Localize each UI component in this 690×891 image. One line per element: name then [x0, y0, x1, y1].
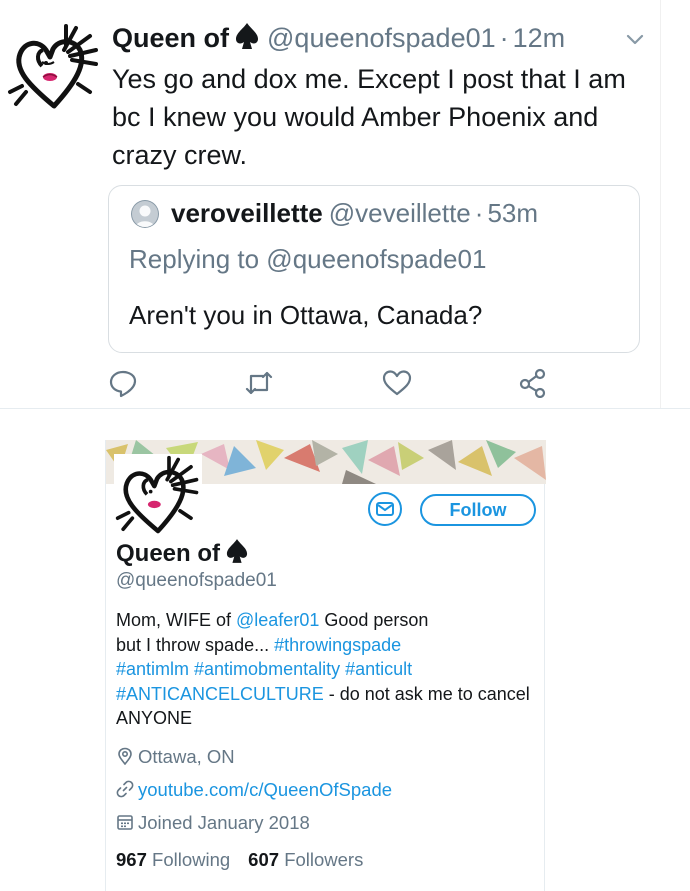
calendar-icon	[116, 813, 134, 831]
bio-line: #ANTICANCELCULTURE - do not ask me to ca…	[116, 682, 541, 707]
profile-name: Queen of	[116, 538, 248, 571]
replying-to: Replying to @queenofspade01	[129, 244, 487, 274]
chevron-down-icon[interactable]	[624, 30, 646, 48]
reply-icon[interactable]	[108, 368, 138, 398]
profile-joined: Joined January 2018	[116, 812, 310, 834]
link-icon	[116, 780, 134, 798]
tweet-header: Queen of @queenofspade01 · 12m	[112, 22, 652, 62]
retweet-icon[interactable]	[244, 368, 274, 398]
envelope-icon	[376, 502, 394, 516]
divider	[0, 408, 690, 409]
profile-card: Follow Queen of @queenofspade01 Mom, WIF…	[105, 440, 546, 891]
following-label: Following	[152, 849, 231, 870]
followers-stat[interactable]: 607 Followers	[248, 849, 363, 870]
queen-of-spades-avatar-image	[8, 24, 98, 109]
default-avatar-icon[interactable]	[131, 200, 159, 228]
profile-bio: Mom, WIFE of @leafer01 Good person but I…	[116, 608, 541, 731]
hashtag-links[interactable]: #antimlm #antimobmentality #anticult	[116, 657, 541, 682]
spade-icon	[235, 22, 259, 57]
tweet-text: Yes go and dox me. Except I post that I …	[112, 64, 626, 170]
tweet-time[interactable]: 12m	[513, 23, 566, 53]
followers-count: 607	[248, 849, 280, 870]
profile-stats: 967 Following 607 Followers	[116, 849, 363, 871]
following-stat[interactable]: 967 Following	[116, 849, 230, 870]
avatar[interactable]	[114, 454, 202, 542]
bio-text: Mom, WIFE of	[116, 610, 237, 630]
bio-line: Mom, WIFE of @leafer01 Good person	[116, 608, 541, 633]
tweet: Queen of @queenofspade01 · 12m Yes go and d…	[0, 0, 690, 410]
bio-text: but I throw spade...	[116, 634, 275, 655]
bio-text: - do not ask me to cancel	[323, 683, 530, 704]
quoted-tweet[interactable]: veroveillette @veveillette · 53m Replying t…	[108, 185, 640, 353]
joined-text: Joined January 2018	[138, 812, 310, 833]
like-icon[interactable]	[382, 368, 412, 398]
profile-handle: @queenofspade01	[116, 570, 277, 591]
queen-of-spades-avatar-image	[115, 455, 199, 534]
author-name[interactable]: Queen of	[112, 23, 229, 53]
bio-text: ANYONE	[116, 708, 193, 728]
location-text: Ottawa, ON	[138, 746, 235, 767]
spade-icon	[226, 538, 248, 571]
bio-line: but I throw spade... #throwingspade	[116, 633, 541, 658]
following-count: 967	[116, 849, 147, 870]
author-handle[interactable]: @queenofspade01	[267, 23, 496, 53]
avatar[interactable]	[6, 22, 102, 118]
share-icon[interactable]	[518, 368, 548, 399]
profile-location: Ottawa, ON	[116, 746, 235, 768]
mention-link[interactable]: @leafer01	[236, 610, 319, 630]
location-pin-icon	[116, 747, 134, 766]
quoted-time: 53m	[487, 198, 539, 228]
quoted-author-name[interactable]: veroveillette	[171, 198, 323, 228]
quoted-header: veroveillette @veveillette · 53m	[171, 198, 538, 229]
separator-dot: ·	[499, 23, 509, 53]
quoted-author-handle[interactable]: @veveillette	[329, 198, 471, 228]
hashtag-link[interactable]: #ANTICANCELCULTURE	[116, 684, 324, 704]
message-button[interactable]	[368, 492, 402, 526]
quoted-text: Aren't you in Ottawa, Canada?	[129, 300, 483, 330]
divider	[660, 0, 661, 408]
profile-url[interactable]: youtube.com/c/QueenOfSpade	[116, 779, 392, 801]
hashtag-link[interactable]: #throwingspade	[274, 635, 401, 655]
profile-name-text: Queen of	[116, 540, 221, 567]
follow-button[interactable]: Follow	[420, 494, 536, 526]
bio-text: Good person	[319, 610, 429, 630]
followers-label: Followers	[284, 849, 364, 870]
url-link[interactable]: youtube.com/c/QueenOfSpade	[138, 779, 392, 800]
separator-dot: ·	[474, 198, 484, 228]
